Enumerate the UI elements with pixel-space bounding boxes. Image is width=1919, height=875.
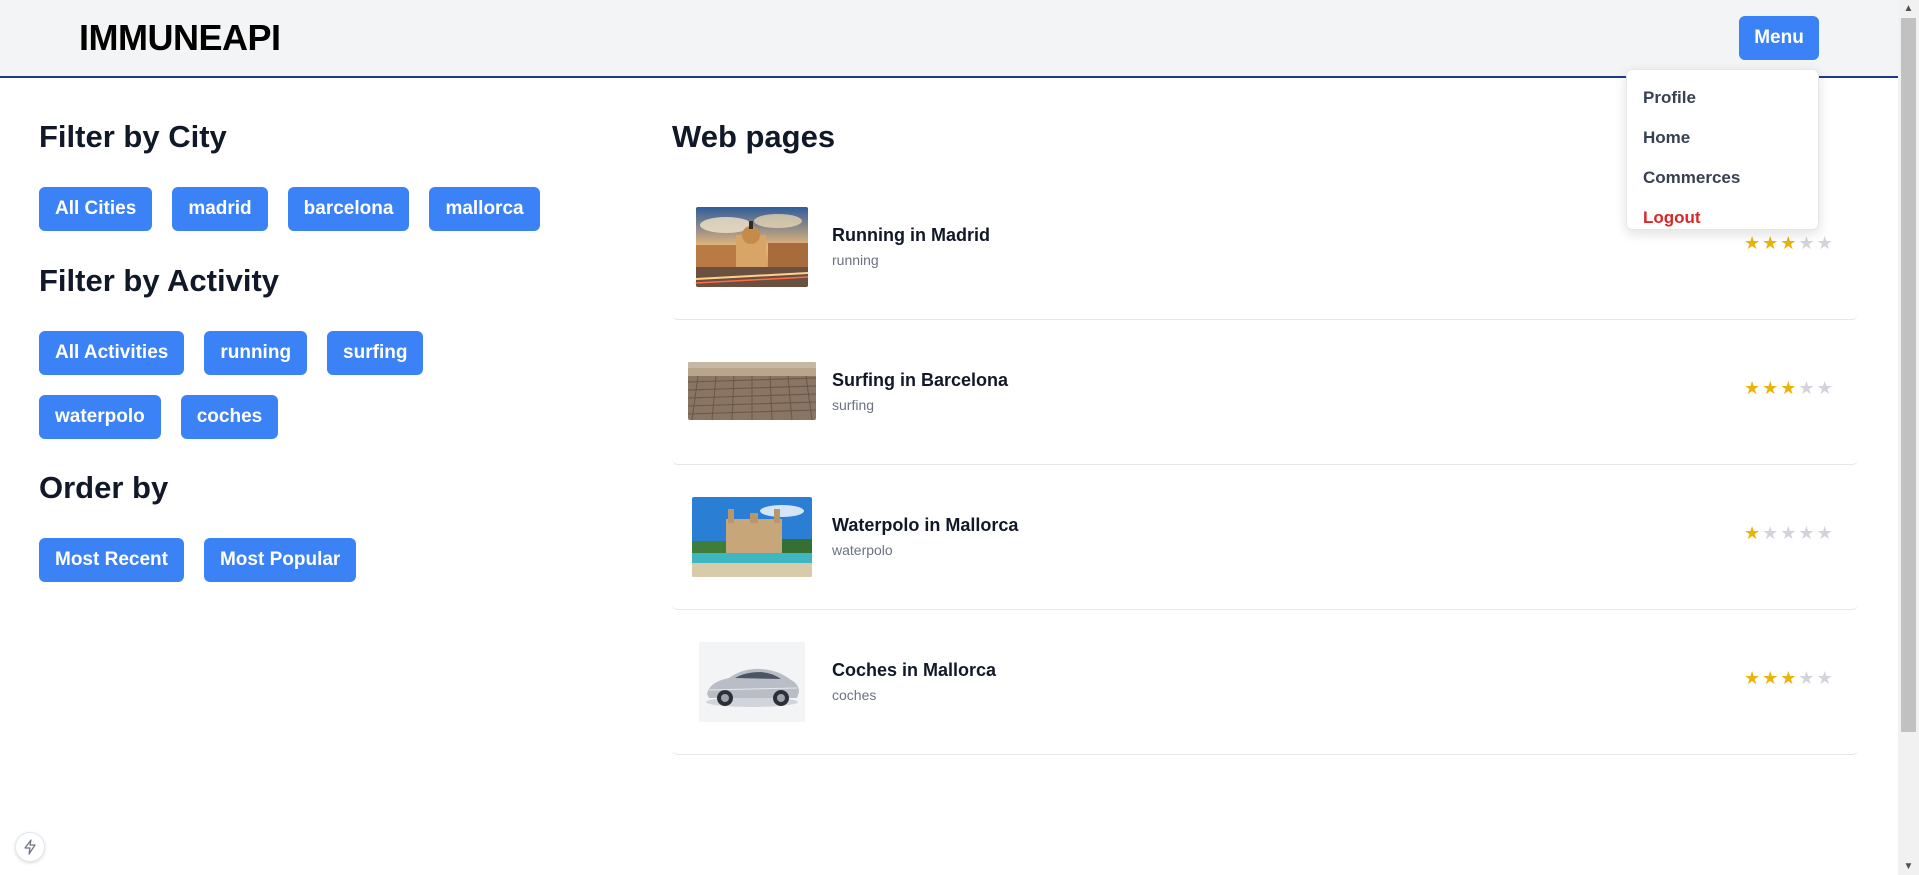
webpage-tag: waterpolo [832, 542, 893, 558]
webpage-card[interactable]: Coches in Mallorca coches ★★★★★ [672, 610, 1858, 755]
star-rating: ★★★★★ [1744, 378, 1835, 399]
webpages-list: Running in Madrid running ★★★★★ Surfing … [672, 175, 1858, 755]
star-icon: ★ [1798, 523, 1817, 543]
star-icon: ★ [1744, 378, 1763, 398]
chip-running[interactable]: running [204, 331, 308, 375]
menu-button[interactable]: Menu [1739, 16, 1819, 60]
webpage-title[interactable]: Waterpolo in Mallorca [832, 515, 1018, 536]
chip-surfing[interactable]: surfing [327, 331, 424, 375]
order-chips: Most Recent Most Popular [39, 538, 357, 582]
star-icon: ★ [1780, 668, 1799, 688]
chip-most-popular[interactable]: Most Popular [203, 538, 357, 582]
brand-logo[interactable]: IMMUNEAPI [79, 17, 281, 59]
star-icon: ★ [1816, 378, 1835, 398]
activity-chips: All Activities running surfing waterpolo… [39, 331, 559, 439]
silver-car-photo [699, 642, 805, 722]
star-icon: ★ [1762, 668, 1781, 688]
star-icon: ★ [1780, 378, 1799, 398]
webpage-tag: coches [832, 687, 877, 703]
activity-filter-title: Filter by Activity [39, 263, 280, 298]
city-chips: All Cities madrid barcelona mallorca [39, 187, 540, 231]
webpage-tag: running [832, 252, 879, 268]
star-rating: ★★★★★ [1744, 523, 1835, 544]
star-icon: ★ [1744, 668, 1763, 688]
scroll-thumb[interactable] [1901, 18, 1916, 732]
star-icon: ★ [1816, 668, 1835, 688]
star-icon: ★ [1762, 523, 1781, 543]
chip-all-activities[interactable]: All Activities [39, 331, 185, 375]
chip-mallorca[interactable]: mallorca [429, 187, 540, 231]
menu-item-profile[interactable]: Profile [1627, 78, 1818, 118]
activity-filter-section: Filter by Activity All Activities runnin… [39, 261, 599, 439]
star-icon: ★ [1762, 378, 1781, 398]
star-icon: ★ [1744, 523, 1763, 543]
webpage-card[interactable]: Waterpolo in Mallorca waterpolo ★★★★★ [672, 465, 1858, 610]
chip-all-cities[interactable]: All Cities [39, 187, 153, 231]
scroll-up-icon[interactable]: ▲ [1898, 0, 1919, 17]
chip-waterpolo[interactable]: waterpolo [39, 395, 161, 439]
order-title: Order by [39, 470, 169, 505]
mallorca-cathedral-photo [692, 497, 812, 577]
webpage-title[interactable]: Coches in Mallorca [832, 660, 996, 681]
webpage-title[interactable]: Surfing in Barcelona [832, 370, 1008, 391]
webpage-title[interactable]: Running in Madrid [832, 225, 990, 246]
menu-item-commerces[interactable]: Commerces [1627, 158, 1818, 198]
menu-item-logout[interactable]: Logout [1627, 198, 1818, 238]
star-icon: ★ [1798, 668, 1817, 688]
menu-item-home[interactable]: Home [1627, 118, 1818, 158]
star-icon: ★ [1798, 378, 1817, 398]
chip-most-recent[interactable]: Most Recent [39, 538, 184, 582]
chip-coches[interactable]: coches [180, 395, 279, 439]
menu-dropdown: Profile Home Commerces Logout [1626, 69, 1819, 230]
vertical-scrollbar[interactable]: ▲ ▼ [1898, 0, 1919, 875]
city-filter-section: Filter by City All Cities madrid barcelo… [39, 117, 540, 231]
chip-madrid[interactable]: madrid [172, 187, 268, 231]
top-header: IMMUNEAPI Menu [0, 0, 1898, 78]
bolt-icon[interactable] [15, 832, 45, 862]
star-rating: ★★★★★ [1744, 668, 1835, 689]
scroll-down-icon[interactable]: ▼ [1898, 858, 1919, 875]
madrid-street-photo [696, 207, 808, 287]
webpage-tag: surfing [832, 397, 875, 413]
order-section: Order by Most Recent Most Popular [39, 468, 357, 582]
webpage-card[interactable]: Surfing in Barcelona surfing ★★★★★ [672, 320, 1858, 465]
chip-barcelona[interactable]: barcelona [287, 187, 410, 231]
star-icon: ★ [1816, 233, 1835, 253]
star-icon: ★ [1780, 523, 1799, 543]
barcelona-aerial-photo [688, 362, 816, 420]
star-icon: ★ [1816, 523, 1835, 543]
city-filter-title: Filter by City [39, 119, 227, 154]
